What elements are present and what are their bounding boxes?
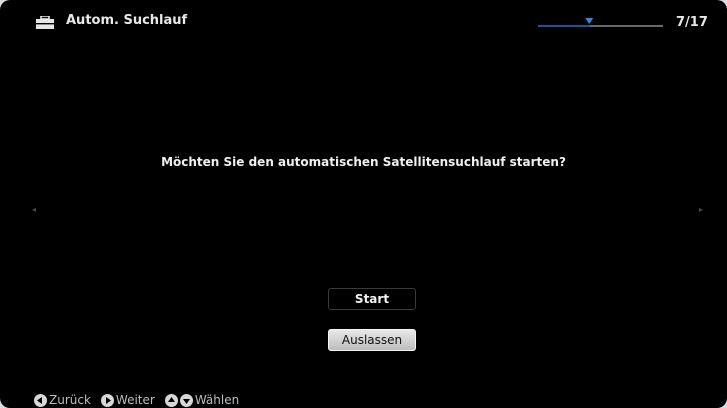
- nav-right-arrow-icon[interactable]: ▸: [699, 205, 703, 214]
- arrow-right-circle-icon: [100, 393, 114, 407]
- back-hint-label[interactable]: Zurück: [49, 393, 91, 407]
- toolbox-icon: [36, 16, 54, 29]
- page-title: Autom. Suchlauf: [66, 13, 188, 28]
- select-hint-label[interactable]: Wählen: [195, 393, 239, 407]
- header-bar: Autom. Suchlauf 7/17: [0, 0, 727, 44]
- progress-marker-icon: [585, 18, 594, 24]
- progress-indicator: [538, 18, 663, 27]
- footer-hints: Zurück Weiter Wählen: [34, 392, 249, 408]
- start-button[interactable]: Start: [328, 288, 416, 310]
- arrow-left-circle-icon: [34, 393, 47, 407]
- skip-button[interactable]: Auslassen: [328, 329, 416, 351]
- next-hint-label[interactable]: Weiter: [116, 393, 155, 407]
- nav-left-arrow-icon[interactable]: ◂: [32, 205, 36, 214]
- step-counter: 7/17: [676, 15, 708, 30]
- arrow-down-circle-icon: [179, 393, 193, 407]
- tv-screen: Autom. Suchlauf 7/17 ◂ ▸ Möchten Sie den…: [0, 0, 727, 408]
- prompt-question: Möchten Sie den automatischen Satelliten…: [161, 155, 566, 169]
- arrow-up-circle-icon: [164, 393, 178, 407]
